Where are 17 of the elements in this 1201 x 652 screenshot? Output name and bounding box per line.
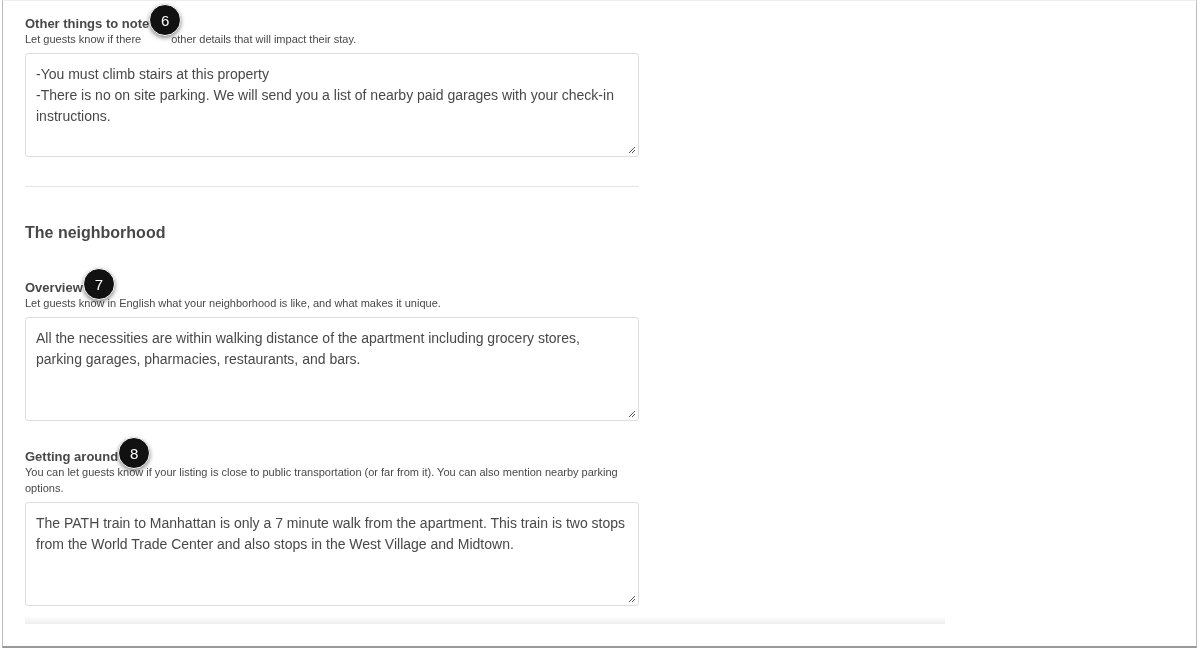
step-badge: 6 [149, 4, 182, 36]
resize-handle-icon[interactable] [628, 595, 636, 603]
field-hint: Let guests know if there [25, 33, 142, 45]
step-badge: 8 [118, 437, 151, 469]
field-label: Getting around [25, 449, 119, 464]
text-area[interactable]: -You must climb stairs at this property -There is no on site parking. We will send you a list of nearby paid garages with your check-in instructions. [25, 53, 639, 157]
step-badge: 7 [82, 268, 115, 300]
resize-handle-icon[interactable] [628, 146, 636, 154]
text-area[interactable]: All the necessities are within walking distance of the apartment including grocery stores, parking garages, pharmacies, restaurants, and bars. [25, 317, 639, 421]
field-label: Overview [25, 280, 83, 295]
text-area[interactable]: The PATH train to Manhattan is only a 7 minute walk from the apartment. This train is two stops from the World Trade Center and also stops in the West Village and Midtown. [25, 502, 639, 606]
resize-handle-icon[interactable] [628, 410, 636, 418]
section-heading: The neighborhood [25, 224, 167, 242]
field-label: Other things to note [25, 16, 150, 31]
field-hint: Let guests know in English what your neighborhood is like, and what makes it unique. [25, 297, 441, 309]
field-hint: other details that will impact their stay. [171, 33, 357, 45]
field-hint: You can let guests know if your listing is close to public transportation (or far from it). You can also mention nearby parking options. [25, 466, 618, 494]
